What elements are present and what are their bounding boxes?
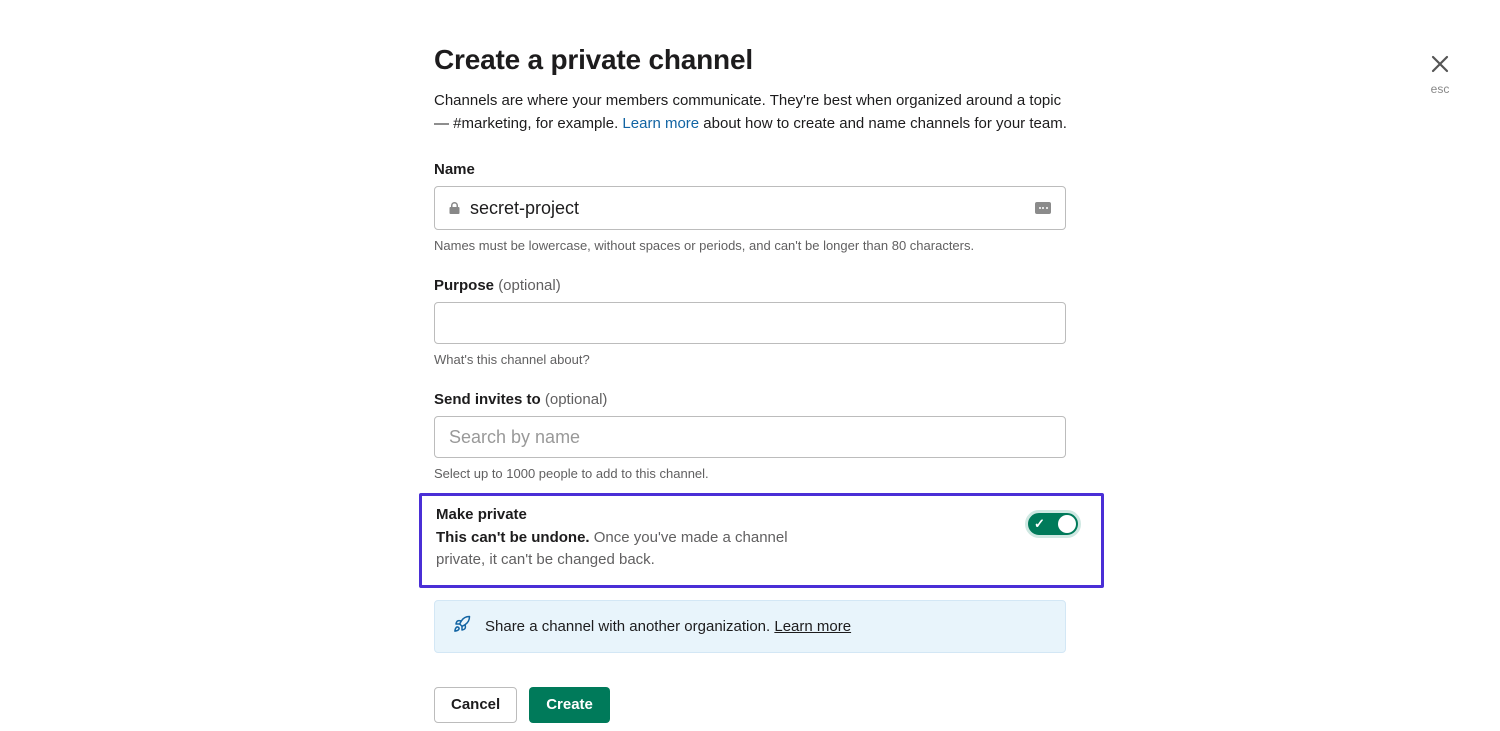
share-channel-banner: Share a channel with another organizatio… xyxy=(434,600,1066,653)
name-input-wrap[interactable] xyxy=(434,186,1066,230)
invites-helper: Select up to 1000 people to add to this … xyxy=(434,466,1074,481)
invites-optional: (optional) xyxy=(545,391,608,408)
invites-input[interactable] xyxy=(434,416,1066,458)
check-icon: ✓ xyxy=(1034,516,1045,532)
create-channel-modal: Create a private channel Channels are wh… xyxy=(434,44,1074,723)
share-learn-more-link[interactable]: Learn more xyxy=(774,618,851,635)
invites-label: Send invites to (optional) xyxy=(434,391,1074,408)
learn-more-link[interactable]: Learn more xyxy=(622,115,699,132)
invites-label-text: Send invites to xyxy=(434,391,545,408)
toggle-knob xyxy=(1058,515,1076,533)
purpose-helper: What's this channel about? xyxy=(434,352,1074,367)
cancel-button[interactable]: Cancel xyxy=(434,687,517,723)
lock-icon xyxy=(449,202,460,214)
share-text-main: Share a channel with another organizatio… xyxy=(485,618,774,635)
name-helper: Names must be lowercase, without spaces … xyxy=(434,238,1074,253)
mp-bold: This can't be undone. xyxy=(436,529,590,546)
channel-name-input[interactable] xyxy=(470,198,1035,219)
name-label: Name xyxy=(434,161,1074,178)
button-row: Cancel Create xyxy=(434,687,1074,723)
close-label: esc xyxy=(1430,82,1450,96)
close-button[interactable]: esc xyxy=(1430,52,1450,96)
purpose-optional: (optional) xyxy=(498,277,561,294)
share-text: Share a channel with another organizatio… xyxy=(485,618,851,635)
purpose-label: Purpose (optional) xyxy=(434,277,1074,294)
create-button[interactable]: Create xyxy=(529,687,610,723)
modal-title: Create a private channel xyxy=(434,44,1074,76)
make-private-desc: This can't be undone. Once you've made a… xyxy=(436,527,836,571)
make-private-title: Make private xyxy=(436,506,836,523)
close-icon xyxy=(1430,52,1450,78)
purpose-input[interactable] xyxy=(434,302,1066,344)
rocket-icon xyxy=(453,615,471,638)
make-private-toggle[interactable]: ✓ xyxy=(1025,510,1081,538)
desc-after: about how to create and name channels fo… xyxy=(699,115,1067,132)
make-private-section: Make private This can't be undone. Once … xyxy=(419,493,1104,588)
modal-description: Channels are where your members communic… xyxy=(434,90,1074,135)
keyboard-icon xyxy=(1035,202,1051,214)
purpose-label-text: Purpose xyxy=(434,277,498,294)
